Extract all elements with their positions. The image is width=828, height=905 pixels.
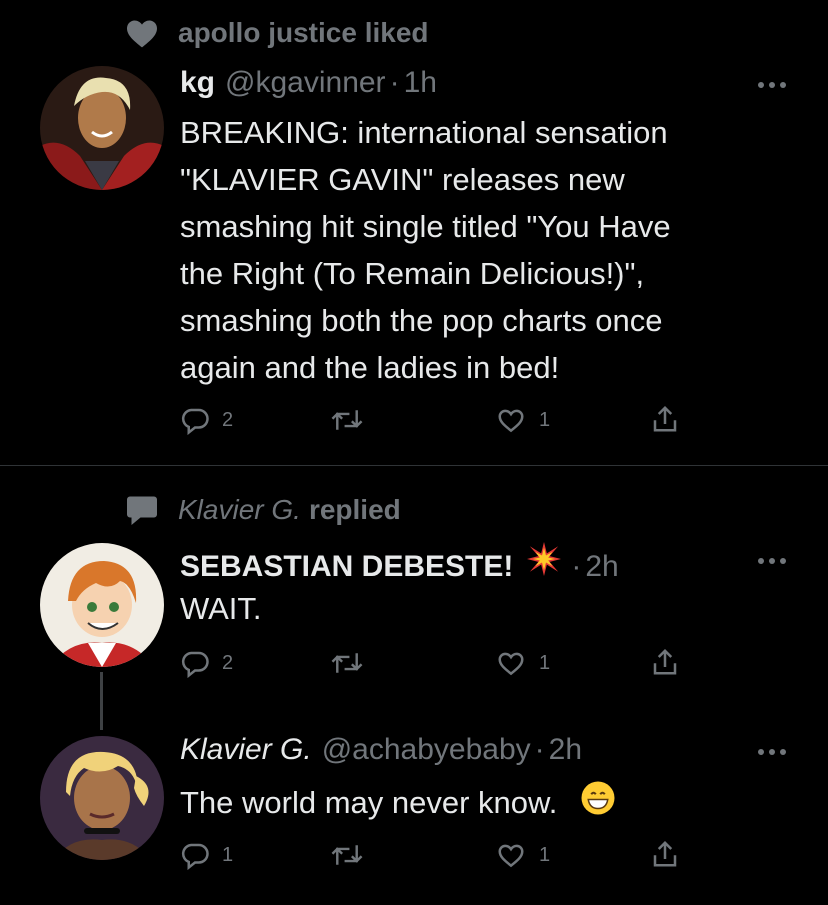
- liked-context-text: apollo justice liked: [178, 17, 429, 48]
- share-button[interactable]: [650, 646, 680, 678]
- tweet-line: BREAKING: international sensation: [180, 115, 668, 150]
- tweet-line: smashing both the pop charts once: [180, 303, 663, 338]
- retweet-button[interactable]: [330, 405, 364, 435]
- reply-count: 1: [222, 843, 234, 866]
- avatar-kg[interactable]: [40, 66, 164, 190]
- tweet-line: smashing hit single titled "You Have: [180, 209, 671, 244]
- avatar-sebastian[interactable]: [40, 543, 164, 667]
- tweet-line: WAIT.: [180, 591, 262, 626]
- share-icon: [653, 840, 677, 867]
- more-options-icon[interactable]: [758, 749, 786, 755]
- separator-dot: ·: [571, 550, 582, 583]
- thread-line: [100, 672, 103, 730]
- retweet-icon: [331, 845, 363, 865]
- like-button[interactable]: 1: [495, 840, 550, 870]
- reply-button[interactable]: 2: [180, 648, 233, 678]
- tweet1-header: kg @kgavinner · 1h: [180, 66, 437, 100]
- share-icon: [653, 405, 677, 432]
- reply-count: 2: [222, 408, 234, 431]
- like-count: 1: [539, 843, 551, 866]
- share-icon: [653, 648, 677, 675]
- retweet-button[interactable]: [330, 648, 364, 678]
- separator-dot: ·: [389, 66, 400, 99]
- like-button[interactable]: 1: [495, 405, 550, 435]
- replied-context-name[interactable]: Klavier G.: [178, 494, 301, 526]
- like-count: 1: [539, 651, 551, 674]
- separator-dot: ·: [534, 733, 545, 766]
- reply-button[interactable]: 2: [180, 405, 233, 435]
- tweet3-header: Klavier G. @achabyebaby · 2h: [180, 733, 582, 767]
- retweet-icon: [331, 653, 363, 673]
- reply-count: 2: [222, 651, 234, 674]
- like-button[interactable]: 1: [495, 648, 550, 678]
- user-handle[interactable]: @achabyebaby: [322, 733, 531, 767]
- more-options-icon[interactable]: [758, 558, 786, 564]
- heart-outline-icon: [498, 409, 524, 433]
- tweet-line: The world may never know.: [180, 785, 558, 820]
- tweet-line: again and the ladies in bed!: [180, 350, 560, 385]
- display-name[interactable]: Klavier G.: [180, 733, 312, 767]
- reply-icon: [181, 843, 209, 870]
- timestamp[interactable]: 1h: [404, 66, 437, 100]
- grinning-face-emoji-icon: [580, 780, 616, 829]
- user-handle[interactable]: @kgavinner: [225, 66, 386, 100]
- heart-outline-icon: [498, 652, 524, 676]
- timestamp[interactable]: 2h: [585, 550, 618, 584]
- reply-icon: [181, 408, 209, 435]
- like-count: 1: [539, 408, 551, 431]
- speech-bubble-icon: [124, 492, 160, 528]
- tweet2-text: WAIT.: [180, 585, 790, 632]
- share-button[interactable]: [650, 838, 680, 870]
- share-button[interactable]: [650, 403, 680, 435]
- display-name[interactable]: kg: [180, 66, 215, 100]
- retweet-button[interactable]: [330, 840, 364, 870]
- display-name[interactable]: SEBASTIAN DEBESTE!: [180, 550, 513, 584]
- heart-outline-icon: [498, 844, 524, 868]
- tweet-line: "KLAVIER GAVIN" releases new: [180, 162, 625, 197]
- tweet1-text: BREAKING: international sensation "KLAVI…: [180, 109, 790, 391]
- tweet2-header: SEBASTIAN DEBESTE! · 2h: [180, 542, 619, 584]
- more-options-icon[interactable]: [758, 82, 786, 88]
- timestamp[interactable]: 2h: [549, 733, 582, 767]
- retweet-icon: [331, 410, 363, 430]
- tweet1-actions: 2 1: [180, 405, 700, 441]
- liked-context: apollo justice liked: [124, 15, 429, 51]
- reply-icon: [181, 651, 209, 678]
- replied-context: Klavier G. replied: [124, 492, 401, 528]
- collision-emoji-icon: [527, 542, 562, 584]
- replied-context-action: replied: [308, 494, 401, 525]
- heart-filled-icon: [124, 15, 160, 51]
- tweet3-text: The world may never know.: [180, 779, 790, 829]
- reply-button[interactable]: 1: [180, 840, 233, 870]
- tweet-line: the Right (To Remain Delicious!)",: [180, 256, 645, 291]
- tweet3-actions: 1 1: [180, 840, 700, 876]
- tweet-divider: [0, 465, 828, 466]
- avatar-klavier[interactable]: [40, 736, 164, 860]
- tweet2-actions: 2 1: [180, 648, 700, 684]
